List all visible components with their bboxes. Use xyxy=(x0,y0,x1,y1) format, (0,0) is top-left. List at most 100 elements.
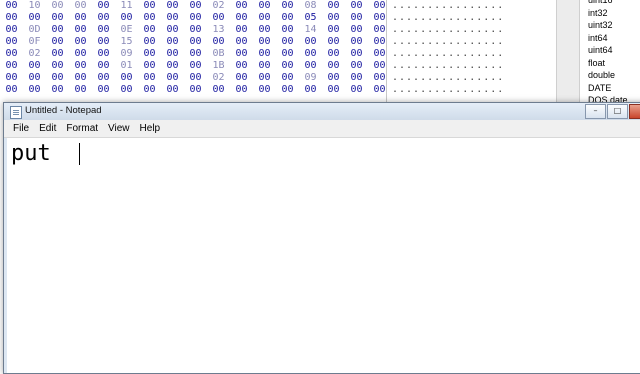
hex-byte[interactable]: 1B xyxy=(207,60,230,72)
hex-byte[interactable]: 00 xyxy=(46,24,69,36)
hex-byte[interactable]: 00 xyxy=(299,36,322,48)
hex-byte[interactable]: 00 xyxy=(138,36,161,48)
hex-byte[interactable]: 00 xyxy=(368,48,391,60)
menu-format[interactable]: Format xyxy=(61,120,103,137)
type-item[interactable]: int32 xyxy=(584,7,640,20)
hex-byte[interactable]: 00 xyxy=(115,72,138,84)
menu-view[interactable]: View xyxy=(103,120,135,137)
hex-byte[interactable]: 00 xyxy=(184,84,207,96)
hex-byte[interactable]: 00 xyxy=(92,36,115,48)
hex-byte[interactable]: 00 xyxy=(230,48,253,60)
hex-byte[interactable]: 00 xyxy=(92,48,115,60)
hex-byte[interactable]: 00 xyxy=(322,60,345,72)
hex-byte[interactable]: 00 xyxy=(23,84,46,96)
hex-byte[interactable]: 00 xyxy=(276,60,299,72)
hex-byte[interactable]: 00 xyxy=(276,12,299,24)
hex-byte[interactable]: 00 xyxy=(0,24,23,36)
hex-byte[interactable]: 00 xyxy=(138,24,161,36)
hex-byte[interactable]: 00 xyxy=(230,24,253,36)
hex-byte[interactable]: 10 xyxy=(23,0,46,12)
hex-byte[interactable]: 09 xyxy=(115,48,138,60)
hex-byte[interactable]: 00 xyxy=(92,72,115,84)
hex-byte[interactable]: 00 xyxy=(92,60,115,72)
type-item[interactable]: double xyxy=(584,69,640,82)
hex-byte[interactable]: 00 xyxy=(23,72,46,84)
hex-byte[interactable]: 00 xyxy=(161,84,184,96)
hex-byte[interactable]: 00 xyxy=(345,60,368,72)
text-editor-area[interactable]: put xyxy=(7,138,640,373)
hex-byte[interactable]: 00 xyxy=(0,84,23,96)
hex-byte[interactable]: 0B xyxy=(207,48,230,60)
hex-byte[interactable]: 00 xyxy=(230,84,253,96)
hex-byte[interactable]: 00 xyxy=(207,12,230,24)
hex-byte[interactable]: 00 xyxy=(46,12,69,24)
maximize-button[interactable]: □ xyxy=(607,104,628,119)
type-item[interactable]: DATE xyxy=(584,82,640,95)
hex-byte[interactable]: 00 xyxy=(161,72,184,84)
hex-byte[interactable]: 00 xyxy=(230,60,253,72)
hex-byte[interactable]: 00 xyxy=(184,48,207,60)
hex-byte[interactable]: 00 xyxy=(161,0,184,12)
hex-byte[interactable]: 00 xyxy=(69,36,92,48)
hex-byte[interactable]: 0F xyxy=(23,36,46,48)
hex-byte[interactable]: 00 xyxy=(299,84,322,96)
hex-byte[interactable]: 02 xyxy=(207,72,230,84)
hex-byte[interactable]: 00 xyxy=(368,0,391,12)
menu-help[interactable]: Help xyxy=(135,120,166,137)
hex-byte[interactable]: 00 xyxy=(46,0,69,12)
hex-byte[interactable]: 00 xyxy=(23,12,46,24)
hex-byte[interactable]: 00 xyxy=(345,12,368,24)
hex-byte[interactable]: 00 xyxy=(207,84,230,96)
hex-byte[interactable]: 00 xyxy=(69,12,92,24)
hex-byte[interactable]: 00 xyxy=(184,0,207,12)
hex-byte[interactable]: 00 xyxy=(69,24,92,36)
hex-byte[interactable]: 00 xyxy=(322,72,345,84)
hex-byte[interactable]: 00 xyxy=(253,72,276,84)
hex-byte[interactable]: 00 xyxy=(345,48,368,60)
hex-byte[interactable]: 00 xyxy=(276,0,299,12)
hex-byte[interactable]: 00 xyxy=(138,12,161,24)
type-item[interactable]: float xyxy=(584,57,640,70)
menu-edit[interactable]: Edit xyxy=(34,120,61,137)
hex-byte[interactable]: 15 xyxy=(115,36,138,48)
hex-byte[interactable]: 00 xyxy=(0,72,23,84)
hex-byte[interactable]: 00 xyxy=(253,60,276,72)
hex-byte[interactable]: 00 xyxy=(345,0,368,12)
hex-byte[interactable]: 00 xyxy=(46,72,69,84)
hex-byte[interactable]: 00 xyxy=(69,48,92,60)
type-item[interactable]: uint64 xyxy=(584,44,640,57)
hex-byte[interactable]: 00 xyxy=(69,72,92,84)
hex-byte[interactable]: 00 xyxy=(322,0,345,12)
hex-byte[interactable]: 00 xyxy=(230,0,253,12)
hex-byte[interactable]: 00 xyxy=(0,12,23,24)
hex-byte[interactable]: 00 xyxy=(184,60,207,72)
hex-byte[interactable]: 00 xyxy=(138,84,161,96)
hex-byte[interactable]: 08 xyxy=(299,0,322,12)
hex-byte[interactable]: 00 xyxy=(368,36,391,48)
hex-byte[interactable]: 00 xyxy=(115,84,138,96)
hex-byte[interactable]: 00 xyxy=(115,12,138,24)
hex-byte[interactable]: 00 xyxy=(345,84,368,96)
type-item[interactable]: uint32 xyxy=(584,19,640,32)
hex-byte[interactable]: 00 xyxy=(368,24,391,36)
close-button[interactable]: ✕ xyxy=(629,104,640,119)
hex-byte[interactable]: 01 xyxy=(115,60,138,72)
hex-byte[interactable]: 14 xyxy=(299,24,322,36)
hex-byte[interactable]: 00 xyxy=(368,60,391,72)
hex-byte[interactable]: 00 xyxy=(46,84,69,96)
hex-byte[interactable]: 09 xyxy=(299,72,322,84)
type-item[interactable]: int64 xyxy=(584,32,640,45)
hex-byte[interactable]: 00 xyxy=(368,12,391,24)
hex-byte[interactable]: 00 xyxy=(322,24,345,36)
hex-byte[interactable]: 00 xyxy=(138,0,161,12)
hex-byte[interactable]: 00 xyxy=(322,84,345,96)
hex-byte[interactable]: 00 xyxy=(161,60,184,72)
hex-byte[interactable]: 00 xyxy=(230,72,253,84)
hex-byte[interactable]: 05 xyxy=(299,12,322,24)
minimize-button[interactable]: – xyxy=(585,104,606,119)
hex-byte[interactable]: 0E xyxy=(115,24,138,36)
hex-byte[interactable]: 00 xyxy=(230,12,253,24)
hex-byte[interactable]: 00 xyxy=(0,60,23,72)
hex-byte[interactable]: 00 xyxy=(0,48,23,60)
hex-byte[interactable]: 00 xyxy=(69,84,92,96)
